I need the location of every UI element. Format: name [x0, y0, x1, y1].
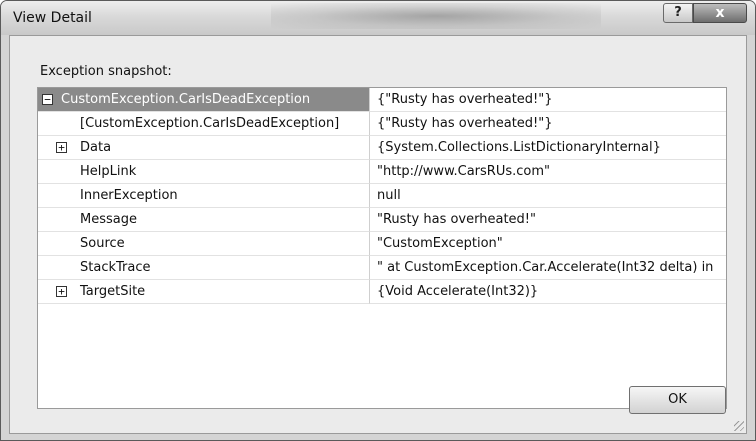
- property-value[interactable]: {"Rusty has overheated!"}: [370, 88, 726, 112]
- property-name-cell[interactable]: Source: [38, 232, 370, 256]
- property-value[interactable]: {Void Accelerate(Int32)}: [370, 280, 726, 304]
- property-row[interactable]: Message "Rusty has overheated!": [38, 208, 726, 232]
- property-row[interactable]: HelpLink "http://www.CarsRUs.com": [38, 160, 726, 184]
- close-button[interactable]: x: [693, 3, 747, 23]
- property-name: Source: [80, 236, 125, 251]
- window-title: View Detail: [13, 10, 92, 26]
- property-row[interactable]: [CustomException.CarIsDeadException] {"Ru…: [38, 112, 726, 136]
- property-name: Message: [80, 212, 137, 227]
- property-name-cell[interactable]: HelpLink: [38, 160, 370, 184]
- help-button[interactable]: ?: [663, 3, 693, 23]
- property-name: HelpLink: [80, 164, 137, 179]
- dialog-body: Exception snapshot: − CustomException.Car…: [9, 35, 747, 434]
- property-name: TargetSite: [80, 284, 146, 299]
- title-bar[interactable]: View Detail ? x: [1, 1, 755, 35]
- property-value[interactable]: "CustomException": [370, 232, 726, 256]
- property-value[interactable]: "http://www.CarsRUs.com": [370, 160, 726, 184]
- property-value[interactable]: " at CustomException.Car.Accelerate(Int3…: [370, 256, 726, 280]
- expand-icon[interactable]: +: [56, 286, 67, 297]
- property-name: InnerException: [80, 188, 178, 203]
- resize-grip-icon[interactable]: [734, 421, 744, 431]
- ok-button-label: OK: [668, 392, 687, 407]
- property-value[interactable]: "Rusty has overheated!": [370, 208, 726, 232]
- ok-button[interactable]: OK: [629, 386, 726, 414]
- property-name-cell[interactable]: − CustomException.CarIsDeadException: [38, 88, 370, 112]
- property-name-cell[interactable]: [CustomException.CarIsDeadException]: [38, 112, 370, 136]
- view-detail-window: View Detail ? x Exception snapshot: − Cus…: [0, 0, 756, 441]
- help-icon: ?: [674, 5, 682, 20]
- close-icon: x: [715, 5, 725, 21]
- property-name-cell[interactable]: + Data: [38, 136, 370, 160]
- expand-icon[interactable]: +: [56, 142, 67, 153]
- property-name-cell[interactable]: InnerException: [38, 184, 370, 208]
- property-value[interactable]: {System.Collections.ListDictionaryIntern…: [370, 136, 726, 160]
- property-name: Data: [80, 140, 112, 155]
- property-name-cell[interactable]: StackTrace: [38, 256, 370, 280]
- property-row[interactable]: − CustomException.CarIsDeadException {"Rus…: [38, 88, 726, 112]
- property-name: [CustomException.CarIsDeadException]: [80, 116, 340, 131]
- property-name-cell[interactable]: Message: [38, 208, 370, 232]
- property-value[interactable]: {"Rusty has overheated!"}: [370, 112, 726, 136]
- exception-property-grid[interactable]: − CustomException.CarIsDeadException {"Rus…: [37, 87, 727, 409]
- collapse-icon[interactable]: −: [42, 94, 53, 105]
- property-row[interactable]: StackTrace " at CustomException.Car.Accel…: [38, 256, 726, 280]
- property-name-cell[interactable]: + TargetSite: [38, 280, 370, 304]
- property-row[interactable]: + TargetSite {Void Accelerate(Int32)}: [38, 280, 726, 304]
- property-name: StackTrace: [80, 260, 151, 275]
- property-value[interactable]: null: [370, 184, 726, 208]
- title-bar-glow: [271, 3, 601, 29]
- exception-snapshot-label: Exception snapshot:: [40, 64, 172, 79]
- property-row[interactable]: Source "CustomException": [38, 232, 726, 256]
- property-row[interactable]: + Data {System.Collections.ListDictionaryI…: [38, 136, 726, 160]
- property-row[interactable]: InnerException null: [38, 184, 726, 208]
- property-name: CustomException.CarIsDeadException: [61, 92, 311, 107]
